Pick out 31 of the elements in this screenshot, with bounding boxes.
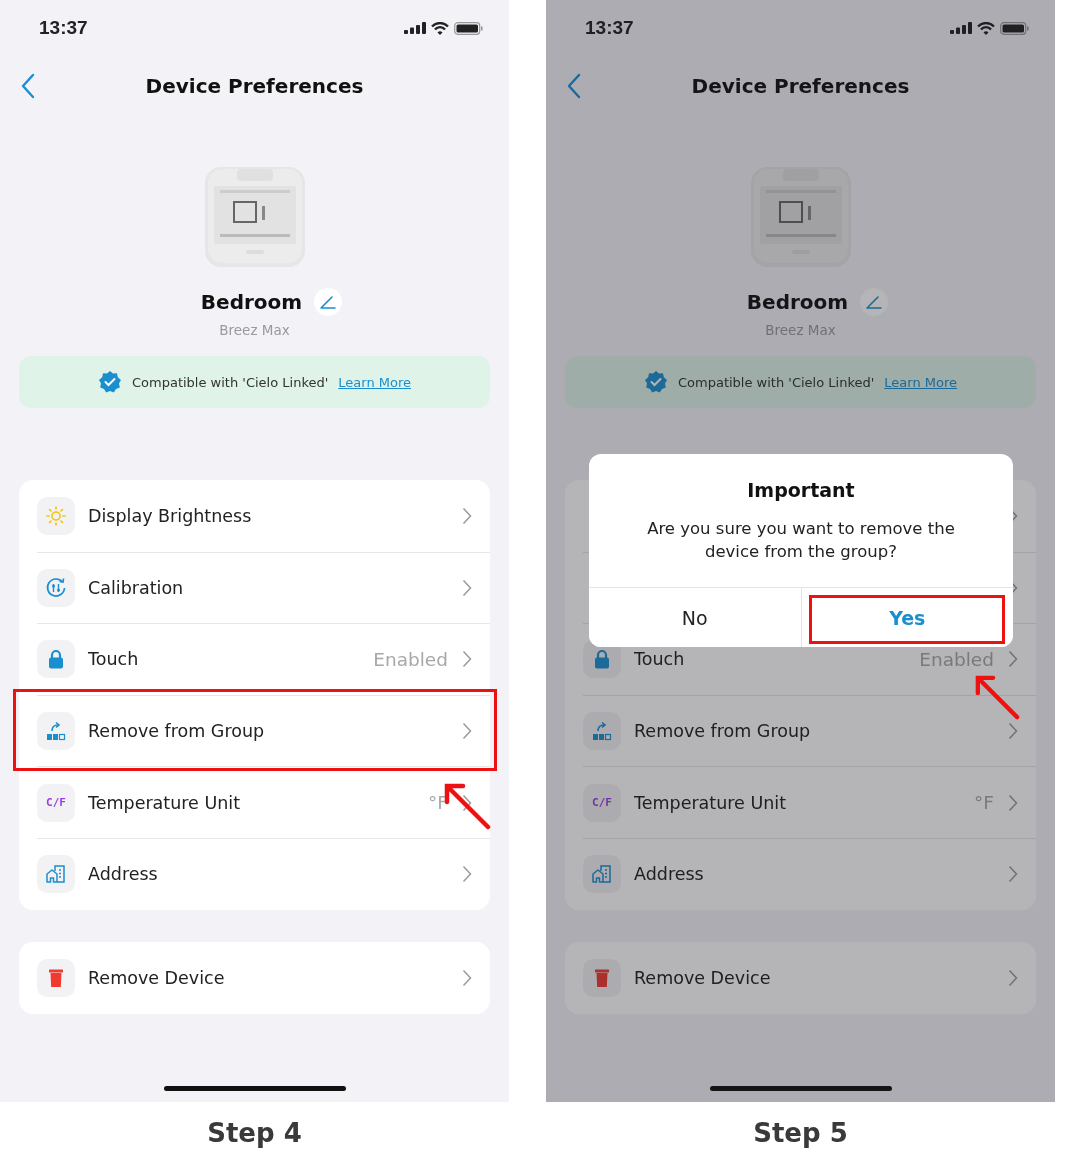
unit-icon: C/F: [46, 796, 66, 810]
screen-title: Device Preferences: [691, 74, 910, 98]
compatibility-text: Compatible with 'Cielo Linked': [678, 374, 875, 390]
dialog-title: Important: [747, 479, 855, 501]
unit-icon: C/F: [592, 796, 612, 810]
setting-label: Touch: [88, 649, 140, 670]
setting-label: Remove from Group: [634, 721, 812, 742]
setting-value: °F: [974, 792, 994, 814]
setting-label: Remove Device: [634, 967, 772, 988]
setting-label: Address: [88, 864, 159, 885]
setting-label: Remove Device: [88, 967, 226, 988]
status-time: 13:37: [585, 17, 634, 39]
compatibility-text: Compatible with 'Cielo Linked': [132, 374, 329, 390]
step-caption: Step 4: [207, 1118, 302, 1148]
status-time: 13:37: [39, 17, 88, 39]
setting-value: Enabled: [373, 649, 448, 670]
device-name: Bedroom: [200, 290, 303, 314]
device-model: Breez Max: [219, 322, 290, 338]
setting-label: Remove from Group: [88, 721, 266, 742]
step-caption: Step 5: [753, 1118, 848, 1148]
setting-label: Address: [634, 864, 705, 885]
device-model: Breez Max: [765, 322, 836, 338]
setting-value: Enabled: [919, 649, 994, 670]
dialog-message: Are you sure you want to remove the device from the group?: [646, 518, 956, 563]
setting-label: Display Brightness: [88, 505, 253, 526]
setting-label: Temperature Unit: [88, 792, 242, 813]
screen-title: Device Preferences: [145, 74, 364, 98]
setting-label: Temperature Unit: [634, 792, 788, 813]
setting-label: Calibration: [88, 577, 185, 598]
device-name: Bedroom: [746, 290, 849, 314]
setting-label: Touch: [634, 649, 686, 670]
